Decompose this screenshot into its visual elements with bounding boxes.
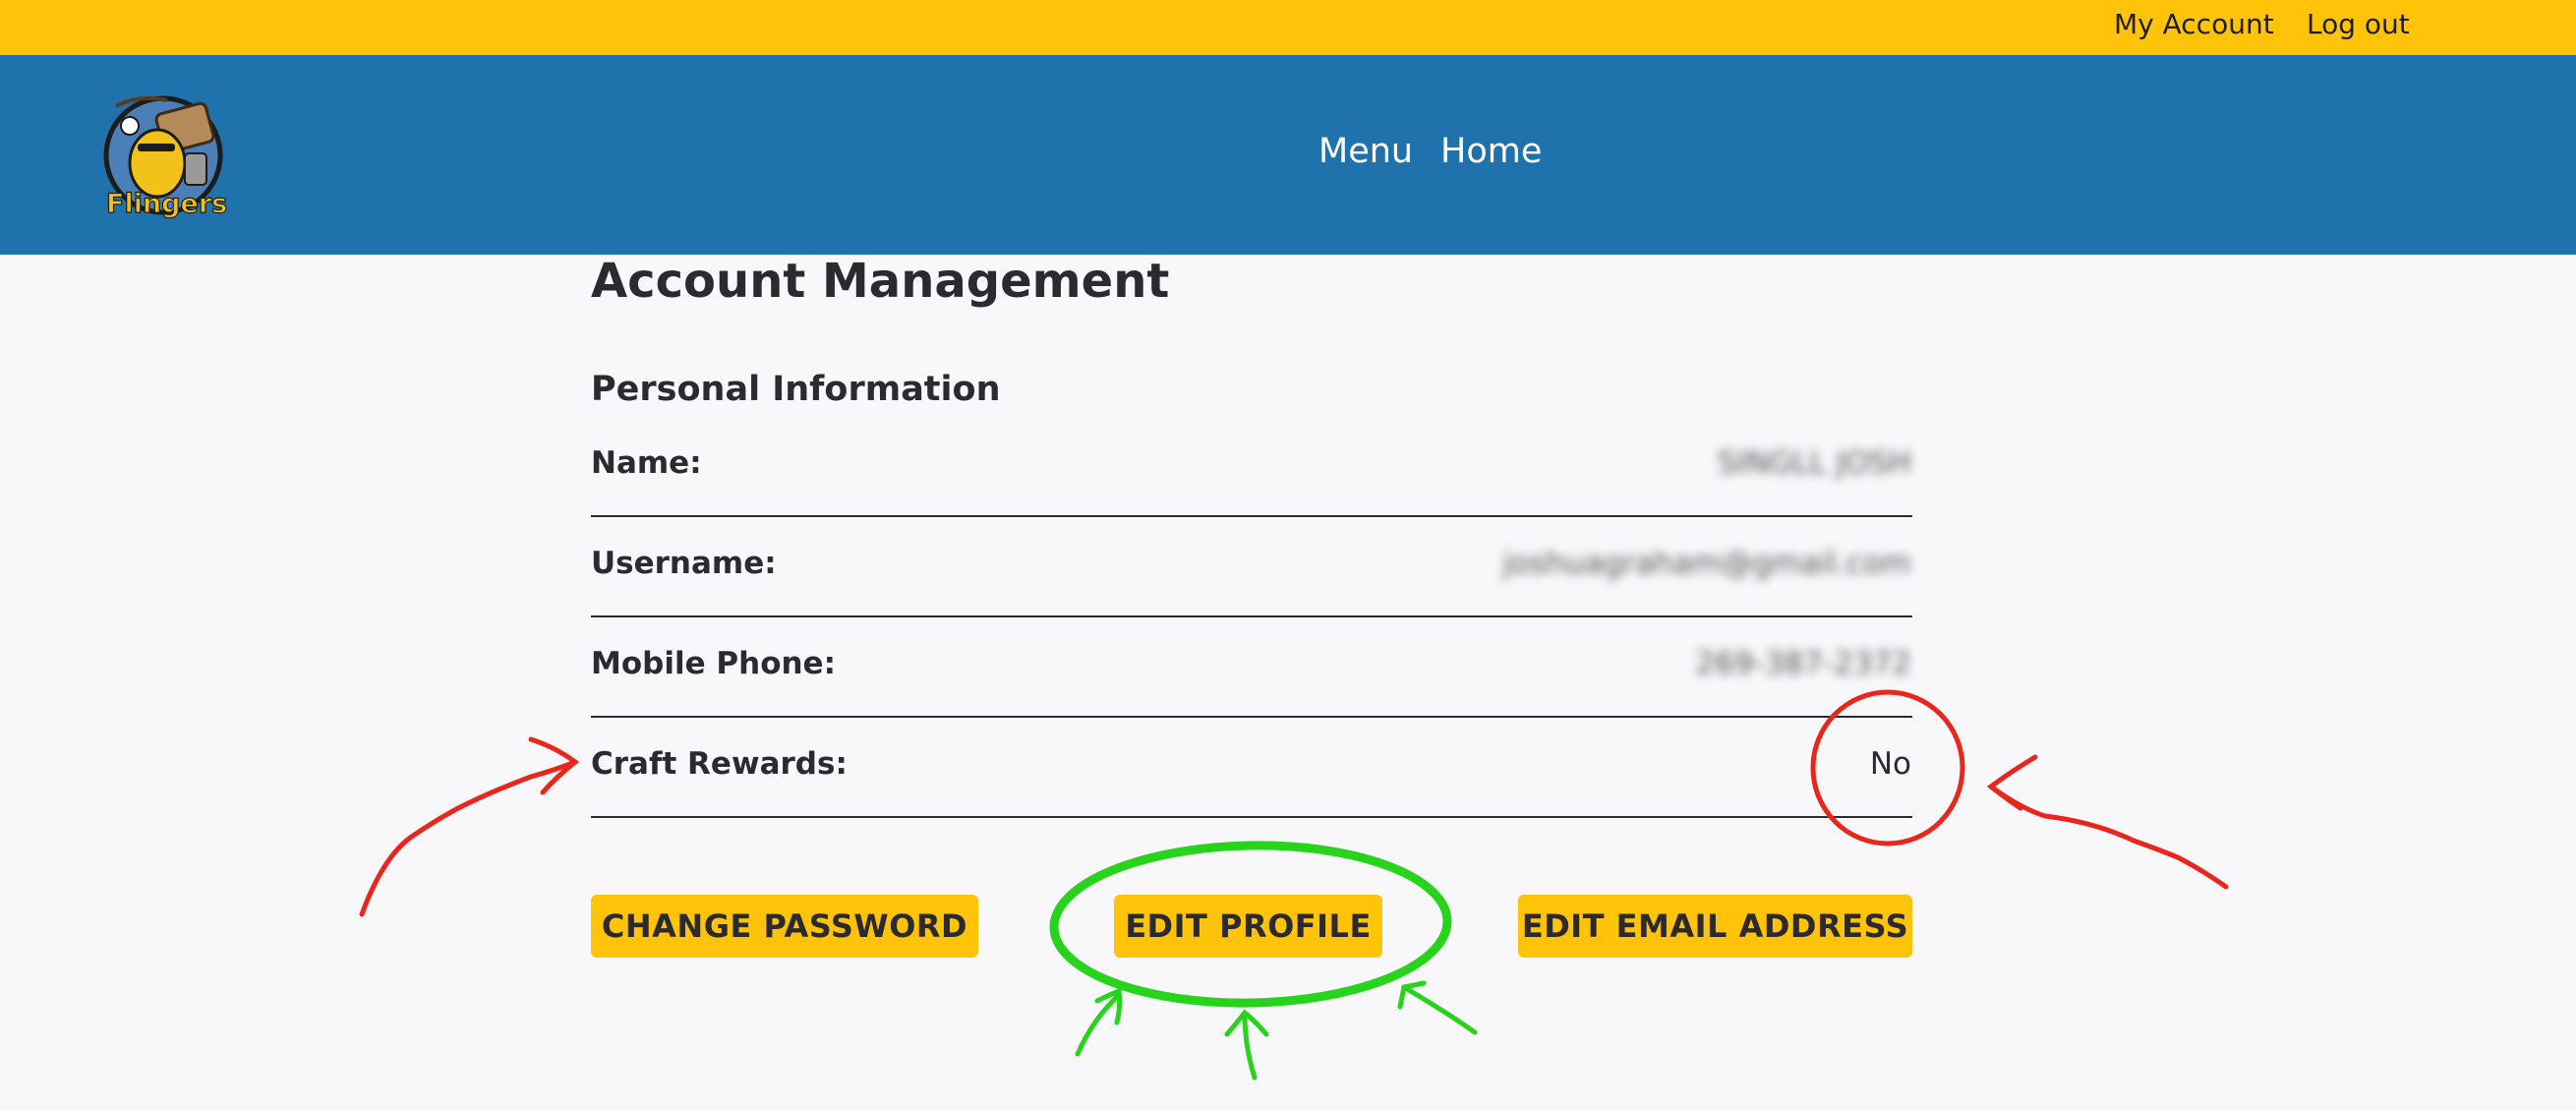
top-utility-bar: My Account Log out	[0, 0, 2576, 55]
craft-rewards-value: No	[1869, 746, 1911, 782]
page-title: Account Management	[591, 254, 1170, 309]
username-label: Username:	[591, 546, 777, 581]
mobile-phone-value: 269-387-2372	[1695, 646, 1911, 681]
main-navbar: Flingers Menu Home	[0, 55, 2576, 255]
edit-profile-button[interactable]: EDIT PROFILE	[1114, 895, 1382, 958]
edit-email-address-button[interactable]: EDIT EMAIL ADDRESS	[1518, 895, 1912, 958]
green-arrowhead-left	[1094, 987, 1123, 1025]
section-title: Personal Information	[591, 370, 1001, 409]
craft-rewards-label: Craft Rewards:	[591, 746, 848, 782]
green-arrow-right	[1401, 984, 1478, 1035]
svg-text:Flingers: Flingers	[106, 189, 227, 219]
red-arrowhead-right	[1986, 754, 2038, 811]
name-label: Name:	[591, 445, 702, 481]
divider	[591, 716, 1912, 718]
flingers-logo[interactable]: Flingers	[98, 87, 231, 224]
nav-home-link[interactable]: Home	[1440, 132, 1542, 171]
divider	[591, 615, 1912, 617]
nav-menu-link[interactable]: Menu	[1318, 132, 1413, 171]
username-value: joshuagraham@gmail.com	[1502, 546, 1911, 581]
red-arrow-right	[1988, 784, 2229, 890]
change-password-button[interactable]: CHANGE PASSWORD	[591, 895, 978, 958]
my-account-link[interactable]: My Account	[2114, 8, 2274, 40]
divider	[591, 816, 1912, 818]
log-out-link[interactable]: Log out	[2307, 8, 2410, 40]
green-arrowhead-center	[1224, 1009, 1269, 1037]
green-arrow-center	[1242, 1012, 1258, 1081]
red-arrow-left	[359, 759, 578, 917]
name-value: SINGLL JOSH	[1718, 445, 1911, 481]
red-arrowhead-left	[528, 736, 580, 795]
green-arrow-left	[1075, 992, 1122, 1057]
mobile-phone-label: Mobile Phone:	[591, 646, 836, 681]
divider	[591, 515, 1912, 517]
green-arrowhead-right	[1397, 980, 1427, 1010]
